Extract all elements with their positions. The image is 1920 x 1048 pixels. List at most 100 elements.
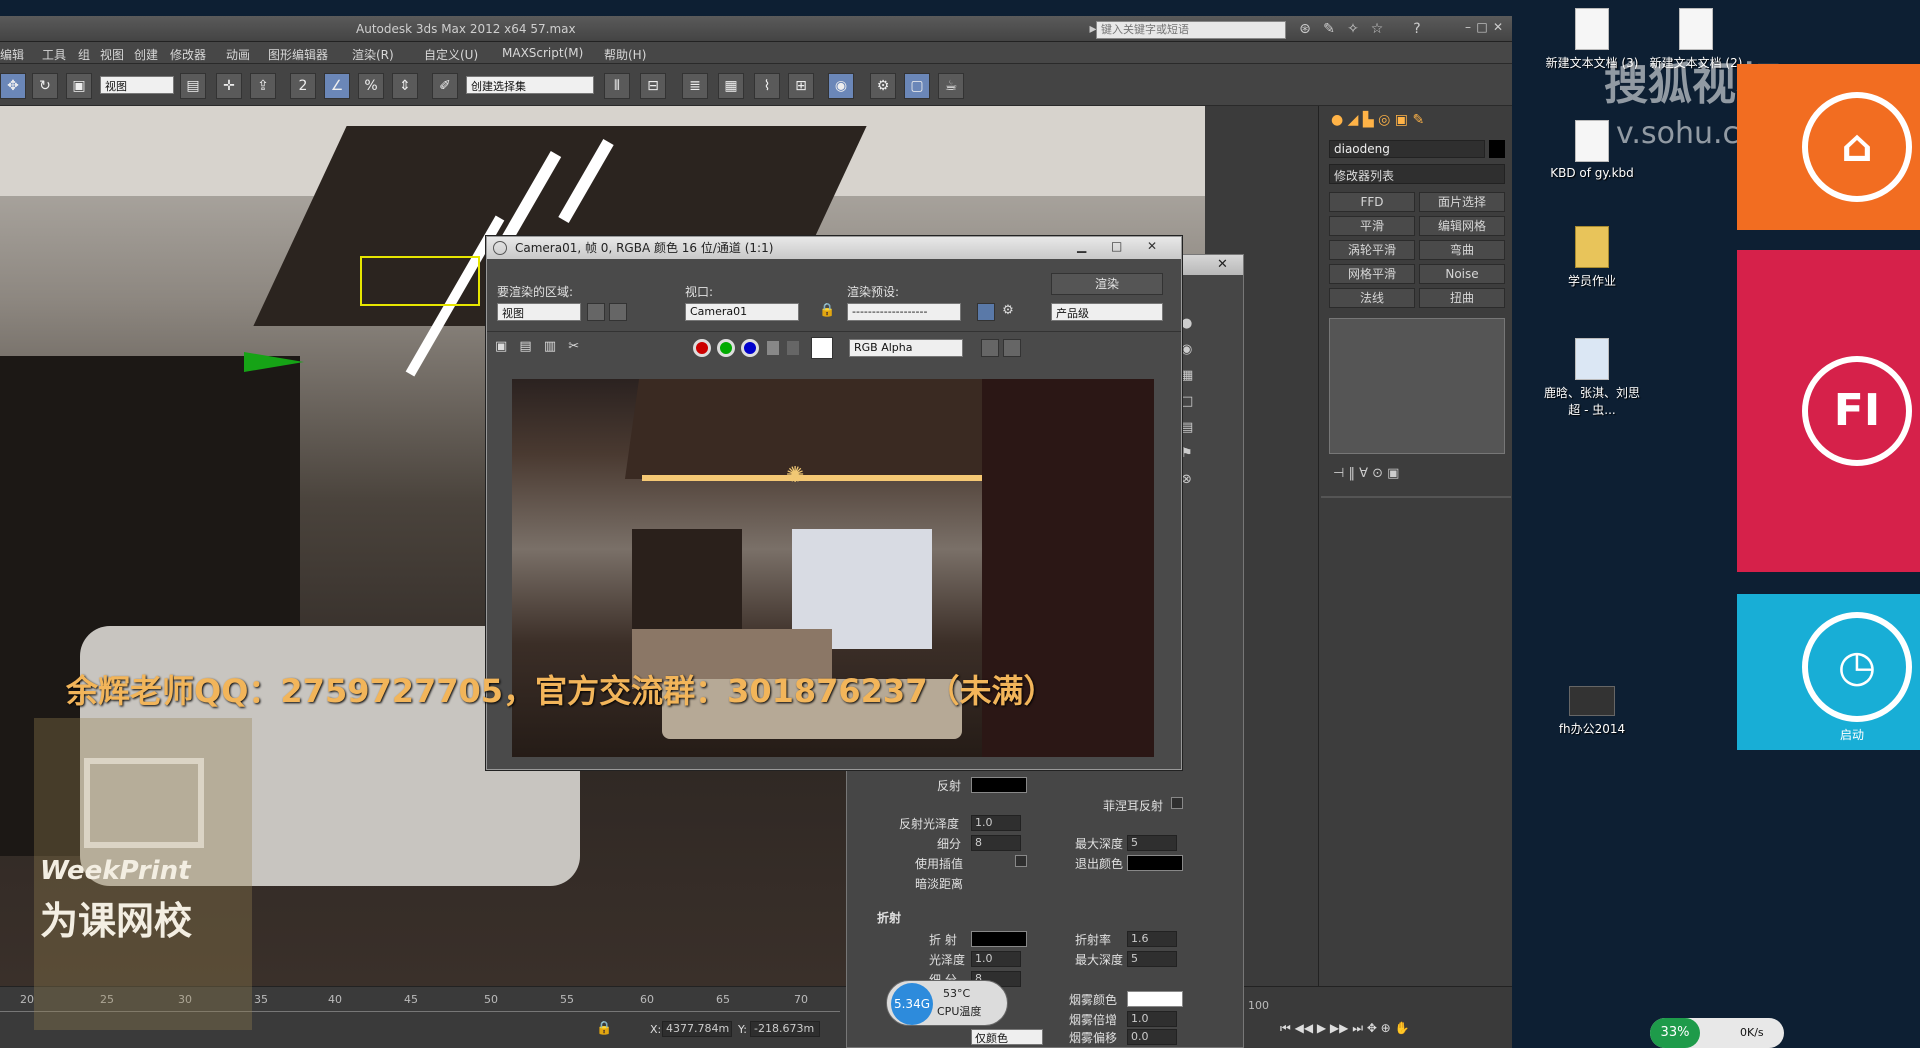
refr-gloss-spinner[interactable]: 1.0 (971, 951, 1021, 967)
material-editor-icon[interactable]: ◉ (828, 73, 854, 99)
close-button[interactable]: ✕ (1147, 239, 1157, 253)
scale-tool-icon[interactable]: ▣ (66, 73, 92, 99)
desktop-icon-mp3[interactable]: 鹿晗、张淇、刘思超 - 虫... (1542, 338, 1642, 418)
reference-coord-select[interactable]: 视图 (100, 76, 174, 94)
fog-color-swatch[interactable] (1127, 991, 1183, 1007)
mirror-icon[interactable]: ⫴ (604, 73, 630, 99)
modifier-button[interactable]: 平滑 (1329, 216, 1415, 236)
close-button[interactable]: ✕ (1490, 19, 1506, 35)
render-teapot-icon[interactable]: ☕ (938, 73, 964, 99)
desktop-icon-folder[interactable]: 学员作业 (1542, 226, 1642, 289)
color-swatch[interactable] (811, 337, 833, 359)
align-icon[interactable]: ⊟ (640, 73, 666, 99)
menu-item-maxscript[interactable]: MAXScript(M) (502, 46, 583, 60)
menu-item-customize[interactable]: 自定义(U) (424, 46, 478, 63)
pivot-icon[interactable]: ▤ (180, 73, 206, 99)
mono-toggle[interactable] (787, 341, 799, 355)
toggle-overlay-icon[interactable] (1003, 339, 1021, 357)
fog-multiplier-spinner[interactable]: 1.0 (1127, 1011, 1177, 1027)
save-copy-clone-icon[interactable]: ▣ ▤ ▥ ✂ (495, 339, 595, 359)
modifier-button[interactable]: 涡轮平滑 (1329, 240, 1415, 260)
rotate-tool-icon[interactable]: ↻ (32, 73, 58, 99)
auto-region-icon[interactable] (609, 303, 627, 321)
modifier-button[interactable]: 编辑网格 (1419, 216, 1505, 236)
snap-toggle-icon[interactable]: 2 (290, 73, 316, 99)
subdivs-spinner[interactable]: 8 (971, 835, 1021, 851)
lock-icon[interactable]: 🔒 (819, 303, 835, 318)
area-to-render-select[interactable]: 视图 (497, 303, 581, 321)
render-button[interactable]: 渲染 (1051, 273, 1163, 295)
lock-selection-icon[interactable]: 🔒 (596, 1021, 612, 1036)
blue-channel-toggle[interactable] (741, 339, 759, 357)
fresnel-checkbox[interactable] (1171, 797, 1183, 809)
y-coord-field[interactable]: -218.673m (750, 1021, 820, 1037)
modifier-stack-list[interactable] (1329, 318, 1505, 454)
reflect-color-swatch[interactable] (971, 777, 1027, 793)
menu-item-views[interactable]: 视图 (100, 46, 124, 63)
viewport-select[interactable]: Camera01 (685, 303, 799, 321)
network-speed-widget[interactable]: 33% 0K/s (1650, 1018, 1784, 1048)
maximize-button[interactable]: □ (1474, 19, 1490, 35)
max-depth-spinner[interactable]: 5 (1127, 835, 1177, 851)
modifier-button[interactable]: Noise (1419, 264, 1505, 284)
exit-color-swatch[interactable] (1127, 855, 1183, 871)
edit-region-icon[interactable] (587, 303, 605, 321)
x-coord-field[interactable]: 4377.784m (662, 1021, 732, 1037)
modifier-button[interactable]: 网格平滑 (1329, 264, 1415, 284)
wrench-icon[interactable]: ✎ (1320, 20, 1338, 38)
menu-item-animation[interactable]: 动画 (226, 46, 250, 63)
stack-tools-icon[interactable]: ⊣ ‖ ∀ ⊙ ▣ (1333, 466, 1503, 484)
production-select[interactable]: 产品级 (1051, 303, 1163, 321)
affect-channels-select[interactable]: 仅颜色 (971, 1029, 1043, 1045)
playback-controls-icon[interactable]: ⏮ ◀◀ ▶ ▶▶ ⏭ ✥ ⊕ ✋ (1280, 1021, 1500, 1039)
graphite-icon[interactable]: ▦ (718, 73, 744, 99)
binoculars-icon[interactable]: ⊛ (1296, 20, 1314, 38)
render-setup-icon[interactable]: ⚙ (870, 73, 896, 99)
help-icon[interactable]: ? (1408, 20, 1426, 38)
modifier-button[interactable]: 法线 (1329, 288, 1415, 308)
object-name-input[interactable]: diaodeng (1329, 140, 1485, 158)
modifier-button[interactable]: FFD (1329, 192, 1415, 212)
modifier-button[interactable]: 弯曲 (1419, 240, 1505, 260)
named-selection-select[interactable]: 创建选择集 (466, 76, 594, 94)
cpu-monitor-widget[interactable]: 5.34G 53°C CPU温度 (886, 980, 1008, 1026)
desktop-icon-office[interactable]: fh办公2014 (1542, 686, 1642, 737)
render-setup-icon[interactable] (977, 303, 995, 321)
star-icon[interactable]: ☆ (1368, 20, 1386, 38)
panel-tabs-icon[interactable]: ● ◢ ▙ ◎ ▣ ✎ (1331, 112, 1503, 130)
environment-icon[interactable]: ⚙ (999, 303, 1017, 321)
green-channel-toggle[interactable] (717, 339, 735, 357)
gizmo-axis-icon[interactable] (244, 352, 304, 372)
menu-item-modifiers[interactable]: 修改器 (170, 46, 206, 63)
render-preset-select[interactable]: ------------------- (847, 303, 961, 321)
refraction-color-swatch[interactable] (971, 931, 1027, 947)
fog-bias-spinner[interactable]: 0.0 (1127, 1029, 1177, 1045)
maximize-button[interactable]: □ (1111, 239, 1122, 253)
use-interp-checkbox[interactable] (1015, 855, 1027, 867)
move-tool-icon[interactable]: ✥ (0, 73, 26, 99)
curve-editor-icon[interactable]: ⌇ (754, 73, 780, 99)
channel-display-select[interactable]: RGB Alpha (849, 339, 963, 357)
modifier-button[interactable]: 面片选择 (1419, 192, 1505, 212)
search-input[interactable] (1096, 21, 1286, 39)
rendered-frame-icon[interactable]: ▢ (904, 73, 930, 99)
ior-spinner[interactable]: 1.6 (1127, 931, 1177, 947)
menu-item-group[interactable]: 组 (78, 46, 90, 63)
menu-item-help[interactable]: 帮助(H) (604, 46, 646, 63)
refr-max-depth-spinner[interactable]: 5 (1127, 951, 1177, 967)
minimize-button[interactable]: ▁ (1077, 239, 1086, 253)
alpha-toggle[interactable] (767, 341, 779, 355)
select-move-icon[interactable]: ✛ (216, 73, 242, 99)
angle-snap-icon[interactable]: ∠ (324, 73, 350, 99)
layer-manager-icon[interactable]: ≣ (682, 73, 708, 99)
material-tools-icon[interactable]: ● ◉ ▦ □ ▤ ⚑ ⊗ (1181, 311, 1203, 531)
spinner-snap-icon[interactable]: ⇕ (392, 73, 418, 99)
selected-chandelier[interactable] (360, 256, 480, 306)
toggle-ui-icon[interactable] (981, 339, 999, 357)
tools-icon[interactable]: ✧ (1344, 20, 1362, 38)
percent-snap-icon[interactable]: % (358, 73, 384, 99)
object-color-swatch[interactable] (1489, 140, 1505, 158)
menu-item-graph-editors[interactable]: 图形编辑器 (268, 46, 328, 63)
modifier-button[interactable]: 扭曲 (1419, 288, 1505, 308)
edit-named-selection-icon[interactable]: ✐ (432, 73, 458, 99)
